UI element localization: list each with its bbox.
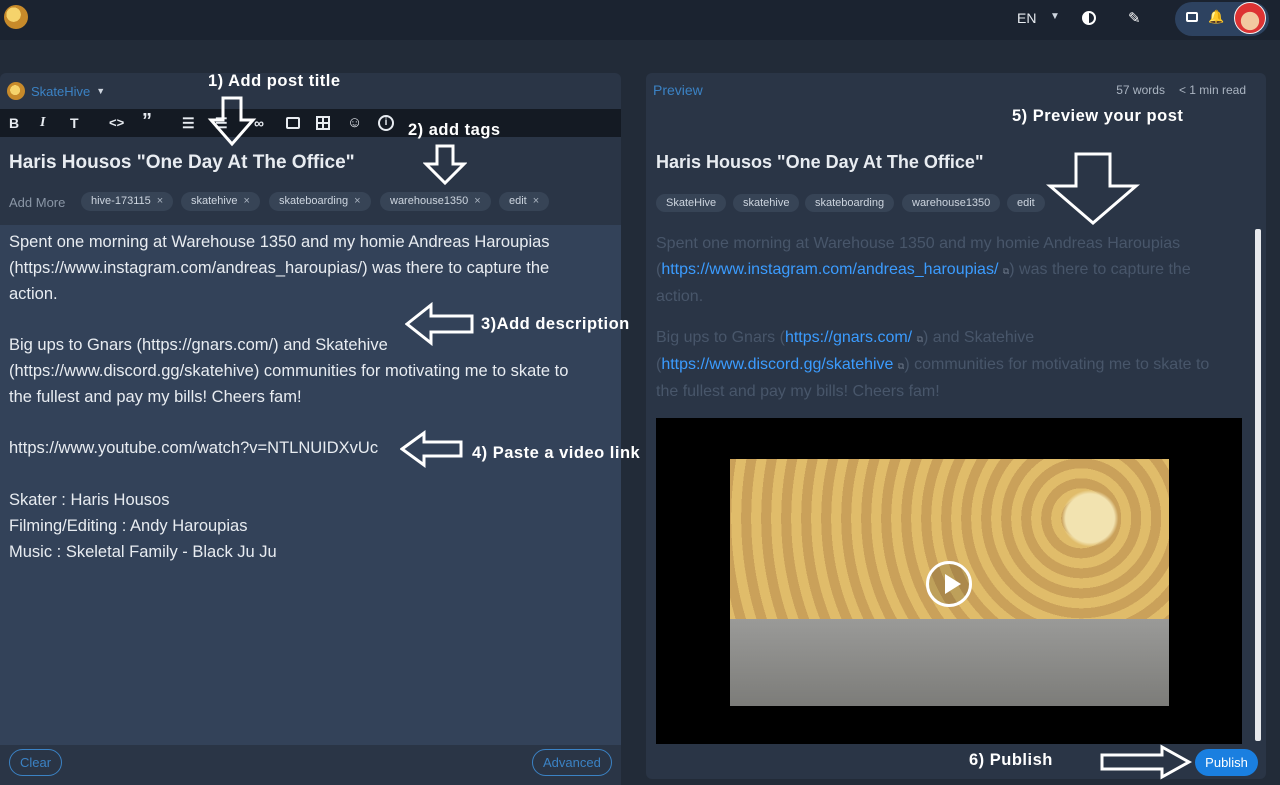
editor-toolbar: B I T <> ” ☰ ☰ ∞ ☺ i [0, 109, 621, 137]
word-count: 57 words [1116, 83, 1165, 97]
body-line: (https://www.discord.gg/skatehive) commu… [9, 361, 569, 380]
arrow-down-icon [423, 144, 467, 186]
language-selector[interactable]: EN [1017, 10, 1036, 26]
preview-tag[interactable]: edit [1007, 194, 1045, 212]
image-icon[interactable] [286, 117, 300, 129]
close-icon[interactable]: × [474, 195, 480, 207]
tag-label: hive-173115 [91, 195, 151, 207]
close-icon[interactable]: × [354, 195, 360, 207]
close-icon[interactable]: × [157, 195, 163, 207]
publish-button[interactable]: Publish [1195, 749, 1258, 776]
preview-paragraph: Spent one morning at Warehouse 1350 and … [656, 231, 1231, 310]
annotation-add-description: 3)Add description [481, 315, 630, 333]
pen-icon[interactable]: ✎ [1128, 9, 1141, 27]
body-line: Skater : Haris Housos [9, 490, 170, 509]
table-icon[interactable] [316, 116, 330, 130]
preview-title: Haris Housos "One Day At The Office" [656, 152, 984, 172]
body-line: (https://www.instagram.com/andreas_harou… [9, 258, 550, 277]
arrow-left-icon [405, 302, 474, 346]
bulleted-list-icon[interactable]: ☰ [182, 115, 195, 131]
body-line: Big ups to Gnars (https://gnars.com/) an… [9, 336, 388, 355]
preview-scrollbar[interactable] [1255, 229, 1261, 741]
annotation-add-tags: 2) add tags [408, 121, 501, 139]
skatehive-logo-icon[interactable] [4, 5, 28, 29]
body-line [9, 462, 609, 488]
annotation-paste-video: 4) Paste a video link [472, 444, 641, 462]
instagram-link[interactable]: https://www.instagram.com/andreas_haroup… [661, 261, 998, 278]
close-icon[interactable]: × [243, 195, 249, 207]
preview-text: Big ups to Gnars ( [656, 329, 785, 346]
gnars-link[interactable]: https://gnars.com/ [785, 329, 912, 346]
preview-body: Spent one morning at Warehouse 1350 and … [656, 231, 1231, 420]
heading-button[interactable]: T [70, 115, 79, 131]
tag-chip[interactable]: hive-173115 × [81, 192, 174, 211]
video-embed[interactable] [656, 418, 1242, 744]
code-button[interactable]: <> [109, 115, 124, 131]
tag-label: edit [509, 195, 527, 207]
preview-tag[interactable]: skateboarding [805, 194, 895, 212]
tag-chip[interactable]: edit × [499, 192, 550, 211]
title-input[interactable]: Haris Housos "One Day At The Office" [9, 152, 355, 174]
community-icon [7, 82, 25, 100]
arrow-down-icon [1046, 152, 1140, 225]
theme-toggle-icon[interactable] [1082, 11, 1096, 25]
preview-label: Preview [653, 82, 703, 98]
body-text[interactable]: Spent one morning at Warehouse 1350 and … [9, 230, 609, 565]
discord-link[interactable]: https://www.discord.gg/skatehive [661, 356, 893, 373]
tag-label: skatehive [191, 195, 238, 207]
clear-button[interactable]: Clear [9, 749, 63, 776]
preview-tag[interactable]: SkateHive [656, 194, 727, 212]
preview-panel: Preview 57 words < 1 min read Haris Houso… [646, 73, 1266, 779]
body-line: action. [9, 284, 58, 303]
top-bar: EN ▼ ✎ 🔔 [0, 0, 1280, 40]
chevron-down-icon[interactable]: ▼ [1050, 11, 1060, 22]
community-selector[interactable]: SkateHive ▼ [7, 82, 105, 100]
bold-button[interactable]: B [9, 115, 19, 131]
quote-button[interactable]: ” [142, 111, 152, 131]
preview-paragraph: Big ups to Gnars (https://gnars.com/ ⧉) … [656, 325, 1231, 405]
tag-label: skateboarding [279, 195, 349, 207]
video-thumbnail [730, 459, 1169, 706]
preview-tag[interactable]: skatehive [733, 194, 800, 212]
annotation-preview: 5) Preview your post [1012, 107, 1184, 125]
tag-chip[interactable]: warehouse1350 × [380, 192, 491, 211]
editor-panel: SkateHive ▼ B I T <> ” ☰ ☰ ∞ ☺ i Haris H… [0, 73, 621, 785]
wallet-icon[interactable] [1186, 12, 1198, 22]
preview-tag[interactable]: warehouse1350 [902, 194, 1001, 212]
body-line: Music : Skeletal Family - Black Ju Ju [9, 542, 277, 561]
emoji-icon[interactable]: ☺ [347, 115, 362, 131]
play-icon[interactable] [926, 561, 972, 607]
chevron-down-icon: ▼ [96, 86, 106, 96]
tag-chip[interactable]: skateboarding × [269, 192, 371, 211]
reading-stats: 57 words < 1 min read [1116, 83, 1246, 97]
close-icon[interactable]: × [533, 195, 539, 207]
body-line: Spent one morning at Warehouse 1350 and … [9, 233, 550, 251]
tag-chip[interactable]: skatehive × [181, 192, 260, 211]
italic-button[interactable]: I [40, 115, 45, 131]
tag-input[interactable]: Add More [9, 195, 65, 210]
read-time: < 1 min read [1178, 83, 1246, 97]
avatar[interactable] [1234, 2, 1266, 34]
body-line: Filming/Editing : Andy Haroupias [9, 516, 248, 535]
bell-icon[interactable]: 🔔 [1208, 9, 1224, 25]
advanced-button[interactable]: Advanced [532, 749, 612, 776]
annotation-publish: 6) Publish [969, 751, 1053, 769]
community-name: SkateHive [31, 83, 91, 99]
arrow-left-icon [400, 430, 463, 468]
video-floor [730, 619, 1169, 706]
info-icon[interactable]: i [378, 115, 394, 131]
arrow-down-icon [207, 96, 257, 147]
annotation-add-title: 1) Add post title [208, 72, 341, 90]
body-line [9, 411, 609, 437]
body-line: the fullest and pay my bills! Cheers fam… [9, 387, 302, 406]
arrow-right-icon [1100, 744, 1192, 780]
tag-label: warehouse1350 [390, 195, 469, 207]
